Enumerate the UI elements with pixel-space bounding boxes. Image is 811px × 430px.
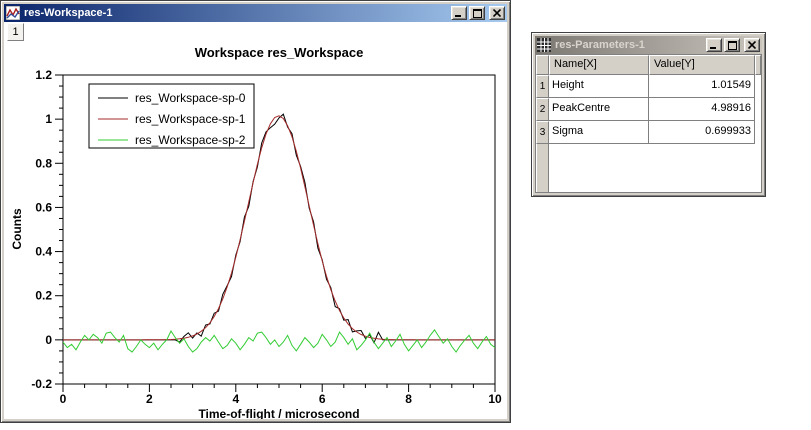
plot-title: Workspace res_Workspace xyxy=(195,45,364,60)
table-row: 1 Height 1.01549 xyxy=(536,75,761,98)
curve-sp-2 xyxy=(63,330,495,352)
table-corner-cell[interactable] xyxy=(536,55,549,75)
x-tick-label: 2 xyxy=(146,392,153,406)
column-header-name[interactable]: Name[X] xyxy=(549,55,649,75)
plot-window-titlebar[interactable]: res-Workspace-1 xyxy=(4,4,507,22)
plot-maximize-button[interactable] xyxy=(469,6,485,20)
cell-name-peakcentre[interactable]: PeakCentre xyxy=(549,98,649,121)
column-header-value[interactable]: Value[Y] xyxy=(649,55,755,75)
y-tick-label: 0.2 xyxy=(35,289,52,303)
parameters-window-titlebar[interactable]: res-Parameters-1 xyxy=(535,36,762,54)
parameters-table: Name[X] Value[Y] 1 Height 1.01549 2 Peak… xyxy=(535,54,762,193)
y-tick-label: 0.8 xyxy=(35,156,52,170)
cell-value-sigma[interactable]: 0.699933 xyxy=(649,121,755,144)
y-tick-label: 0 xyxy=(45,333,52,347)
parameters-maximize-button[interactable] xyxy=(724,38,740,52)
row-header-3[interactable]: 3 xyxy=(536,121,549,144)
curve-sp-1 xyxy=(63,116,495,340)
x-tick-label: 8 xyxy=(405,392,412,406)
x-tick-label: 10 xyxy=(488,392,502,406)
row-header-2[interactable]: 2 xyxy=(536,98,549,121)
cell-value-height[interactable]: 1.01549 xyxy=(649,75,755,98)
close-icon xyxy=(493,9,501,17)
plot-legend[interactable]: res_Workspace-sp-0 res_Workspace-sp-1 res_… xyxy=(89,84,254,148)
maximize-icon xyxy=(728,41,737,50)
x-axis-title: Time-of-flight / microsecond xyxy=(198,407,359,419)
cell-name-height[interactable]: Height xyxy=(549,75,649,98)
y-tick-label: 0.6 xyxy=(35,200,52,214)
plot-window-title: res-Workspace-1 xyxy=(24,7,449,19)
y-tick-label: 0.4 xyxy=(35,245,52,259)
close-icon xyxy=(748,41,756,49)
legend-entry-label: res_Workspace-sp-2 xyxy=(135,133,246,147)
legend-entry-label: res_Workspace-sp-1 xyxy=(135,112,246,126)
workspace-plot-window: res-Workspace-1 1 Workspace res_Workspac… xyxy=(0,0,511,423)
table-empty-area xyxy=(536,144,761,192)
cell-value-peakcentre[interactable]: 4.98916 xyxy=(649,98,755,121)
table-grid-icon[interactable] xyxy=(537,38,551,52)
plot-minimize-button[interactable] xyxy=(451,6,467,20)
y-tick-label: 1 xyxy=(45,112,52,126)
minimize-icon xyxy=(710,42,718,49)
plot-curve-icon[interactable] xyxy=(6,6,20,20)
x-tick-label: 0 xyxy=(60,392,67,406)
x-tick-label: 4 xyxy=(232,392,239,406)
parameters-minimize-button[interactable] xyxy=(706,38,722,52)
cell-name-sigma[interactable]: Sigma xyxy=(549,121,649,144)
y-tick-label: -0.2 xyxy=(31,377,52,391)
plot-client-area: 1 Workspace res_Workspace Time-of-flight… xyxy=(4,22,507,419)
legend-entry-label: res_Workspace-sp-0 xyxy=(135,91,246,105)
parameters-window-title: res-Parameters-1 xyxy=(555,39,704,51)
y-axis-title: Counts xyxy=(10,208,24,250)
y-tick-label: 1.2 xyxy=(35,68,52,82)
table-row: 2 PeakCentre 4.98916 xyxy=(536,98,761,121)
x-tick-label: 6 xyxy=(319,392,326,406)
parameters-table-window: res-Parameters-1 Name[X] Value[Y] 1 Heig… xyxy=(531,32,766,197)
row-header-1[interactable]: 1 xyxy=(536,75,549,98)
maximize-icon xyxy=(473,9,482,18)
table-row: 3 Sigma 0.699933 xyxy=(536,121,761,144)
row-header-strip xyxy=(536,144,549,192)
plot-close-button[interactable] xyxy=(489,6,505,20)
parameters-close-button[interactable] xyxy=(744,38,760,52)
plot-canvas[interactable]: Workspace res_Workspace Time-of-flight /… xyxy=(4,22,507,419)
minimize-icon xyxy=(455,10,463,17)
table-blank-cells[interactable] xyxy=(549,144,761,192)
column-header-stub xyxy=(755,55,761,75)
plot-curves xyxy=(63,114,495,352)
